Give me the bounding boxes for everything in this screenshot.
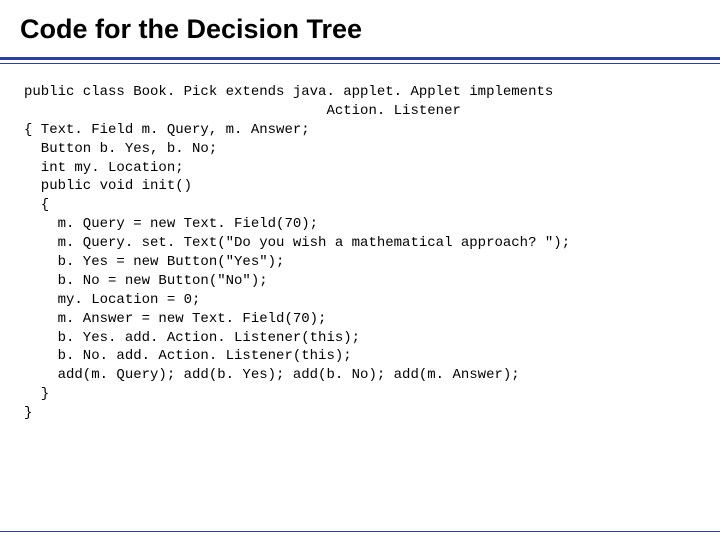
page-title: Code for the Decision Tree bbox=[20, 14, 700, 45]
code-block: public class Book. Pick extends java. ap… bbox=[24, 83, 696, 423]
slide: Code for the Decision Tree public class … bbox=[0, 0, 720, 540]
divider-thick bbox=[0, 57, 720, 60]
divider-thin bbox=[0, 63, 720, 64]
footer-divider bbox=[0, 531, 720, 532]
title-block: Code for the Decision Tree bbox=[0, 0, 720, 51]
code-area: public class Book. Pick extends java. ap… bbox=[0, 65, 720, 423]
title-divider bbox=[0, 57, 720, 65]
